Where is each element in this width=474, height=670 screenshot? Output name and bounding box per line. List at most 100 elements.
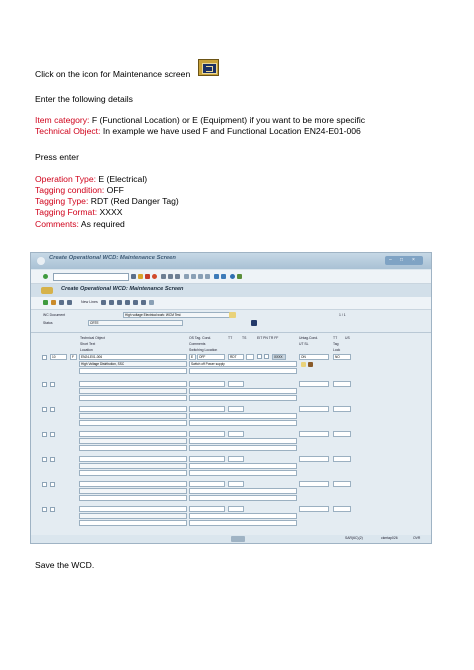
display-icon[interactable] (51, 300, 56, 305)
note-icon[interactable] (229, 312, 236, 318)
deselect-icon[interactable] (125, 300, 130, 305)
row-5-select[interactable] (42, 457, 47, 462)
row-7-comments[interactable] (189, 513, 297, 519)
row-6-tagging-type[interactable] (228, 481, 244, 487)
first-page-icon[interactable] (184, 274, 189, 279)
row-4-category-check[interactable] (50, 432, 55, 437)
row-6-location[interactable] (79, 495, 187, 501)
row-3-switching-location[interactable] (189, 420, 297, 426)
row-1-tagging-format[interactable]: XXXX (272, 354, 286, 360)
details-icon[interactable] (149, 300, 154, 305)
find-icon[interactable] (168, 274, 173, 279)
row-6-select[interactable] (42, 482, 47, 487)
row-4-tagging-type[interactable] (228, 431, 244, 437)
row-3-comments[interactable] (189, 413, 297, 419)
new-lines-button[interactable]: New Lines (81, 300, 98, 304)
row-2-tag-us[interactable] (333, 381, 351, 387)
row-3-untag-condition[interactable] (299, 406, 329, 412)
row-7-category-check[interactable] (50, 507, 55, 512)
copy-line-icon[interactable] (109, 300, 114, 305)
print-icon[interactable] (161, 274, 166, 279)
row-7-technical-object[interactable] (79, 506, 187, 512)
next-page-icon[interactable] (198, 274, 203, 279)
row-2-category-check[interactable] (50, 382, 55, 387)
document-icon[interactable] (67, 300, 72, 305)
system-info[interactable]: SAR(6C)(2) (345, 536, 363, 540)
row-5-switching-location[interactable] (189, 470, 297, 476)
row-6-category-check[interactable] (50, 482, 55, 487)
row-1-note-icon[interactable] (301, 362, 306, 367)
paste-icon[interactable] (141, 300, 146, 305)
row-3-category-check[interactable] (50, 407, 55, 412)
row-7-tagging-type[interactable] (228, 506, 244, 512)
cut-icon[interactable] (133, 300, 138, 305)
row-6-technical-object[interactable] (79, 481, 187, 487)
row-7-switching-location[interactable] (189, 520, 297, 526)
close-icon[interactable]: × (412, 257, 415, 263)
overview-icon[interactable] (59, 300, 64, 305)
save-icon[interactable] (131, 274, 136, 279)
row-7-tag-us[interactable] (333, 506, 351, 512)
row-3-tag-us[interactable] (333, 406, 351, 412)
row-5-comments[interactable] (189, 463, 297, 469)
row-1-ts[interactable] (246, 354, 254, 360)
row-1-lock-icon[interactable] (308, 362, 313, 367)
row-5-technical-object[interactable] (79, 456, 187, 462)
row-7-select[interactable] (42, 507, 47, 512)
row-4-untag-condition[interactable] (299, 431, 329, 437)
row-1-location[interactable] (79, 368, 187, 374)
command-field[interactable] (53, 273, 129, 281)
row-3-location[interactable] (79, 420, 187, 426)
row-4-switching-location[interactable] (189, 445, 297, 451)
row-4-location[interactable] (79, 445, 187, 451)
row-5-untag-condition[interactable] (299, 456, 329, 462)
status-info-icon[interactable] (251, 320, 257, 326)
find-next-icon[interactable] (175, 274, 180, 279)
row-1-technical-object[interactable]: EN24-E01-006 (79, 354, 187, 360)
row-3-tag-condition[interactable] (189, 406, 225, 412)
row-2-untag-condition[interactable] (299, 381, 329, 387)
row-1-item[interactable]: 10 (50, 354, 67, 360)
previous-page-icon[interactable] (191, 274, 196, 279)
row-3-select[interactable] (42, 407, 47, 412)
row-1-pn-checkbox[interactable] (264, 354, 269, 359)
maximize-icon[interactable]: □ (400, 257, 403, 263)
row-3-tagging-type[interactable] (228, 406, 244, 412)
sap-menu-icon[interactable] (37, 257, 45, 265)
row-2-tag-condition[interactable] (189, 381, 225, 387)
row-6-tag-condition[interactable] (189, 481, 225, 487)
row-2-comments[interactable] (189, 388, 297, 394)
row-5-location[interactable] (79, 470, 187, 476)
row-2-location[interactable] (79, 395, 187, 401)
row-1-comments[interactable]: Switch off Power supply (189, 361, 297, 367)
row-4-technical-object[interactable] (79, 431, 187, 437)
select-all-icon[interactable] (117, 300, 122, 305)
last-page-icon[interactable] (205, 274, 210, 279)
row-6-switching-location[interactable] (189, 495, 297, 501)
row-6-tag-us[interactable] (333, 481, 351, 487)
row-1-tagging-type[interactable]: RDT (228, 354, 244, 360)
row-2-select[interactable] (42, 382, 47, 387)
row-5-category-check[interactable] (50, 457, 55, 462)
shortcut-icon[interactable] (221, 274, 226, 279)
window-controls[interactable]: – □ × (385, 256, 423, 265)
row-1-tag-us[interactable]: NO (333, 354, 351, 360)
row-6-untag-condition[interactable] (299, 481, 329, 487)
row-2-switching-location[interactable] (189, 395, 297, 401)
row-4-tag-condition[interactable] (189, 431, 225, 437)
row-1-eit-checkbox[interactable] (257, 354, 262, 359)
delete-line-icon[interactable] (101, 300, 106, 305)
row-2-tagging-type[interactable] (228, 381, 244, 387)
layout-icon[interactable] (237, 274, 242, 279)
row-4-select[interactable] (42, 432, 47, 437)
new-session-icon[interactable] (214, 274, 219, 279)
row-5-tag-condition[interactable] (189, 456, 225, 462)
row-7-untag-condition[interactable] (299, 506, 329, 512)
row-5-tag-us[interactable] (333, 456, 351, 462)
maintenance-screen-icon[interactable] (198, 59, 219, 76)
cancel-icon[interactable] (152, 274, 157, 279)
help-icon[interactable] (230, 274, 235, 279)
minimize-icon[interactable]: – (389, 257, 392, 263)
row-3-technical-object[interactable] (79, 406, 187, 412)
row-5-tagging-type[interactable] (228, 456, 244, 462)
